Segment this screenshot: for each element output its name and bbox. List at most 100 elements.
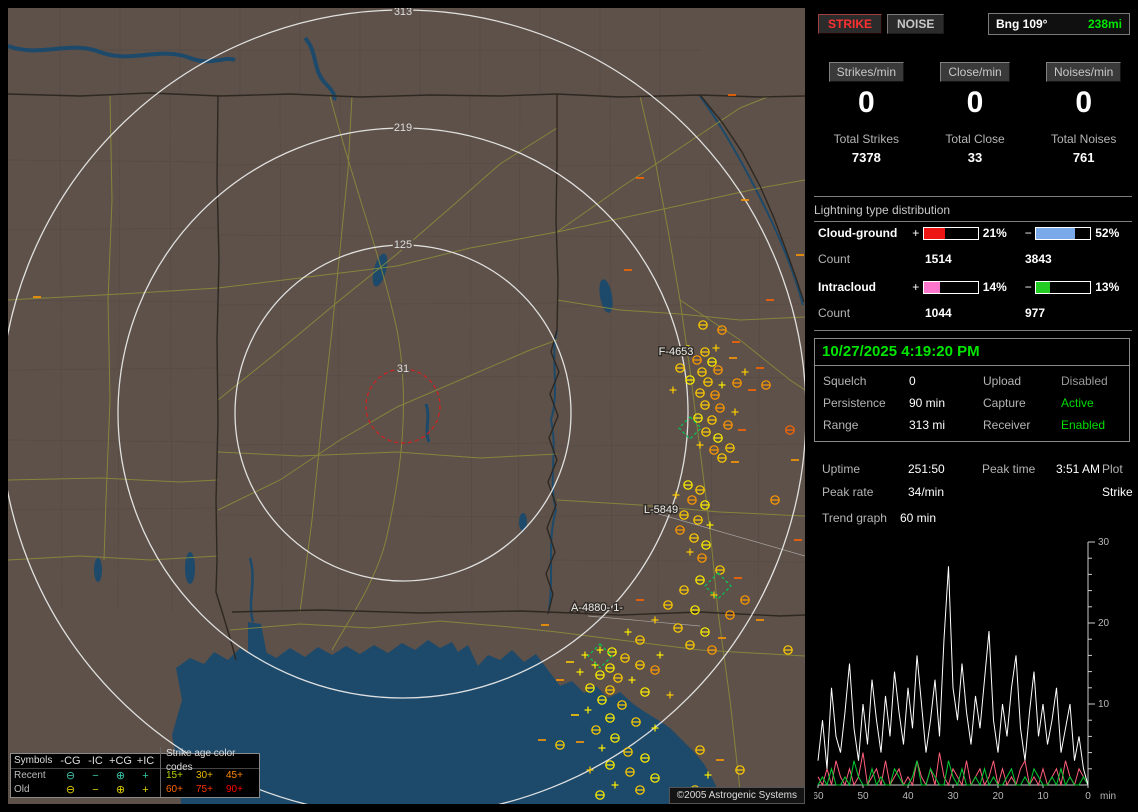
divider [814,196,1132,197]
peak-rate-value: 34/min [908,485,945,499]
ic-count-row: Count 1044 977 [818,306,1134,320]
noises-counter: Noises/min 0 Total Noises 761 [1029,62,1138,165]
cloud-ground-row: Cloud-ground + 21% − 52% [818,226,1134,240]
minus-sign: − [1024,226,1032,240]
legend-old-label: Old [14,784,30,795]
age-45: 45+ [226,770,243,781]
range-value: 313 mi [909,418,946,432]
trend-graph-duration: 60 min [900,511,937,525]
recent-neg-ic-icon: − [92,770,99,782]
uptime-stats: Uptime 251:50 Peak time 3:51 AM Plot Pea… [822,462,1133,525]
status-panel: STRIKE NOISE Bng 109° 238mi Strikes/min 0… [812,0,1138,812]
uptime-label: Uptime [822,462,861,476]
noises-per-min-button[interactable]: Noises/min [1046,62,1122,82]
plot-label: Plot [1102,462,1123,476]
close-per-min-value: 0 [966,86,984,119]
datetime-display: 10/27/2025 4:19:20 PM [815,339,1129,366]
strike-button[interactable]: STRIKE [818,14,883,34]
peak-time-label: Peak time [982,462,1036,476]
intracloud-label: Intracloud [818,280,877,294]
range-ring-label: 313 [394,8,412,18]
age-60: 60+ [166,784,183,795]
bearing-readout: Bng 109° 238mi [988,13,1130,35]
ic-positive-count: 1044 [925,306,952,320]
squelch-value: 0 [909,374,916,388]
age-15: 15+ [166,770,183,781]
range-ring-label: 219 [394,122,412,134]
storm-cell-label: L-5849 [644,504,678,516]
cg-count-row: Count 1514 3843 [818,252,1134,266]
trend-x-tick-label: 50 [857,791,869,802]
trend-series [817,566,1089,786]
total-strikes-label: Total Strikes [833,132,900,146]
ic-negative-count: 977 [1025,306,1046,320]
noise-button[interactable]: NOISE [887,14,945,34]
copyright-label: ©2005 Astrogenic Systems [668,787,805,804]
cg-positive-pct: 21% [982,226,1007,240]
noises-per-min-value: 0 [1075,86,1093,119]
cloud-ground-label: Cloud-ground [818,226,898,240]
legend-recent-label: Recent [14,770,46,781]
lightning-map[interactable]: 313 219 125 31 F-4653 L-5849 A-4880- 1- Symbol… [8,8,805,804]
recent-neg-cg-icon: ⊖ [65,770,76,782]
trend-x-tick-label: 40 [902,791,914,802]
total-noises-label: Total Noises [1050,132,1117,146]
cg-positive-count: 1514 [925,252,952,266]
distribution-title: Lightning type distribution [814,203,1132,222]
ic-positive-pct: 14% [982,280,1007,294]
trend-y-tick-label: 30 [1098,538,1110,548]
range-label: Range [823,418,859,432]
old-neg-cg-icon: ⊖ [65,784,76,796]
trend-x-tick-label: 30 [947,791,959,802]
trend-x-tick-label: 60 [814,791,824,802]
squelch-label: Squelch [823,374,867,388]
strikes-counter: Strikes/min 0 Total Strikes 7378 [812,62,921,165]
peak-time-value: 3:51 AM [1056,462,1101,476]
trend-graph: 30 20 10 60 50 40 30 20 10 0 min [812,537,1134,809]
legend-col-pos-ic: +IC [136,755,155,767]
total-close-value: 33 [967,150,983,165]
recent-pos-cg-icon: ⊕ [115,770,126,782]
cg-negative-count: 3843 [1025,252,1052,266]
peak-rate-label: Peak rate [822,485,874,499]
legend-col-neg-ic: -IC [88,755,103,767]
trend-x-tick-label: 10 [1037,791,1049,802]
minus-sign: − [1024,280,1032,294]
ic-negative-pct: 13% [1095,280,1120,294]
strikes-per-min-button[interactable]: Strikes/min [828,62,904,82]
storm-cell-label: F-4653 [659,346,694,358]
total-close-label: Total Close [945,132,1005,146]
plot-mode-value: Strike [1102,485,1133,499]
cg-negative-pct: 52% [1095,226,1120,240]
bearing-distance: 238mi [1087,17,1122,31]
close-per-min-button[interactable]: Close/min [940,62,1010,82]
divider [814,330,1132,331]
lightning-detector-window: 313 219 125 31 F-4653 L-5849 A-4880- 1- Symbol… [0,0,1138,812]
cg-positive-bar [922,226,979,240]
old-neg-ic-icon: − [92,784,99,796]
capture-status: Active [1061,396,1094,410]
trend-x-unit-label: min [1100,791,1116,802]
recent-pos-ic-icon: + [142,770,149,782]
system-status-box: 10/27/2025 4:19:20 PM Squelch 0 Upload D… [814,338,1130,442]
trend-graph-label: Trend graph [822,511,887,525]
uptime-value: 251:50 [908,462,945,476]
plus-sign: + [912,226,920,240]
legend-symbols-header: Symbols [14,755,53,766]
old-pos-cg-icon: ⊕ [115,784,126,796]
close-counter: Close/min 0 Total Close 33 [921,62,1030,165]
intracloud-row: Intracloud + 14% − 13% [818,280,1134,294]
ic-positive-bar [922,280,979,294]
trend-graph-canvas: 30 20 10 60 50 40 30 20 10 0 min [812,537,1116,802]
ic-negative-bar [1035,280,1092,294]
persistence-label: Persistence [823,396,886,410]
legend-col-pos-cg: +CG [109,755,132,767]
strikes-per-min-value: 0 [857,86,875,119]
age-75: 75+ [196,784,213,795]
old-pos-ic-icon: + [142,784,149,796]
range-ring-label: 125 [394,239,412,251]
plus-sign: + [912,280,920,294]
receiver-label: Receiver [983,418,1031,432]
strike-symbol-legend: Symbols -CG -IC +CG +IC Strike age color… [10,747,260,798]
age-90: 90+ [226,784,243,795]
